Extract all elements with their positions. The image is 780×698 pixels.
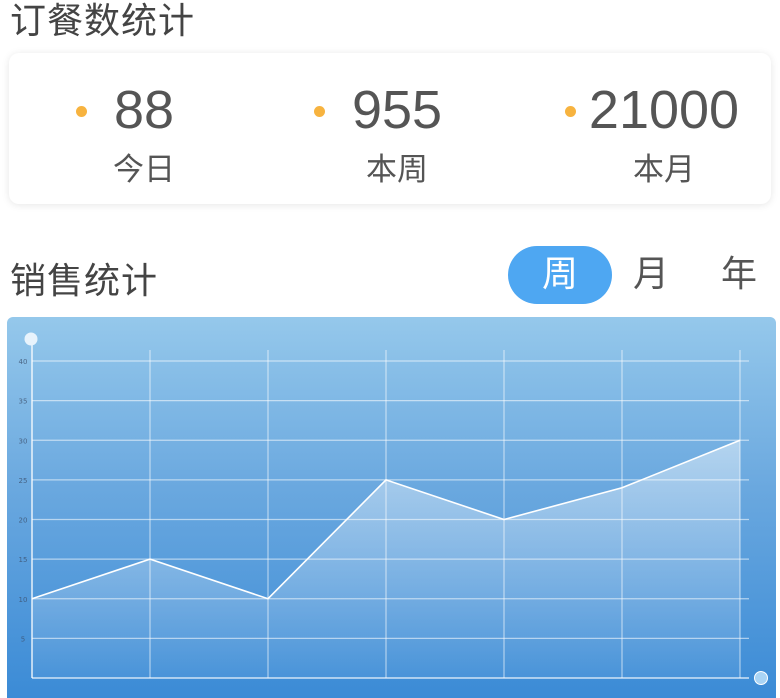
stat-week-value: 955 <box>351 80 443 140</box>
stat-week: 955 本周 <box>313 53 447 204</box>
y-tick-label: 30 <box>19 437 28 445</box>
y-axis-end-handle <box>24 332 38 346</box>
order-stats-card: 88 今日 955 本周 21000 本月 <box>9 53 771 204</box>
tab-year[interactable]: 年 <box>710 246 768 304</box>
sales-chart-svg: 40 35 30 25 20 15 10 5 <box>19 332 768 685</box>
y-tick-label: 20 <box>19 517 28 525</box>
y-tick-label: 25 <box>19 477 28 485</box>
stat-today-value: 88 <box>113 80 175 140</box>
stat-month: 21000 本月 <box>564 53 744 204</box>
bullet-dot-icon <box>564 106 576 117</box>
sales-stats-title: 销售统计 <box>10 261 159 302</box>
y-tick-label: 35 <box>19 398 28 406</box>
bullet-dot-icon <box>75 106 87 117</box>
stat-today-label: 今日 <box>113 152 175 188</box>
bullet-dot-icon <box>313 106 325 117</box>
stat-month-label: 本月 <box>633 152 695 188</box>
sales-chart: 40 35 30 25 20 15 10 5 <box>7 317 776 698</box>
y-tick-label: 10 <box>19 596 28 604</box>
y-tick-label: 15 <box>19 556 28 564</box>
stat-week-label: 本周 <box>366 152 428 188</box>
tab-month[interactable]: 月 <box>622 246 680 304</box>
stat-today: 88 今日 <box>75 53 184 204</box>
x-axis-end-handle <box>754 671 768 685</box>
y-tick-label: 40 <box>19 358 28 366</box>
stat-month-value: 21000 <box>588 80 740 140</box>
order-stats-title: 订餐数统计 <box>10 1 196 42</box>
tab-week[interactable]: 周 <box>508 246 612 304</box>
y-tick-label: 5 <box>21 635 25 643</box>
